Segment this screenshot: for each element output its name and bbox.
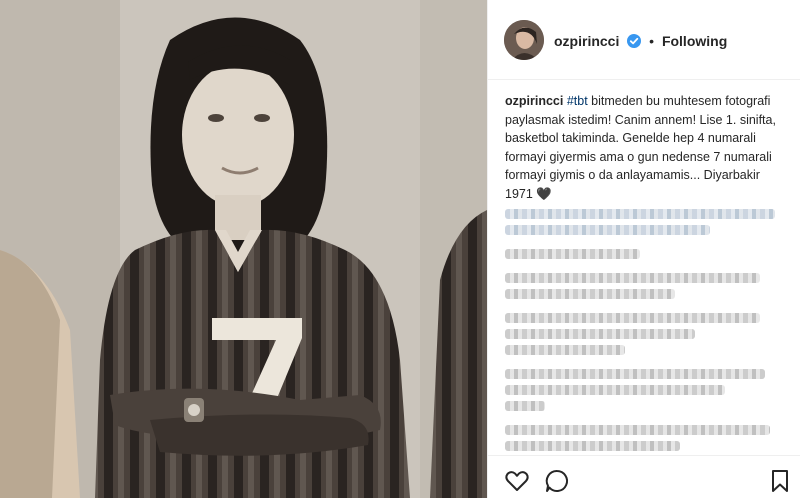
comment-bubble-icon[interactable] xyxy=(544,468,570,494)
post-photo[interactable] xyxy=(0,0,487,498)
avatar[interactable] xyxy=(504,20,544,60)
post-side-panel: ozpirincci • Following ozpirincci #tbt b… xyxy=(487,0,800,498)
blurred-hashtags xyxy=(505,209,788,235)
following-button[interactable]: Following xyxy=(662,33,727,49)
comments-area: ozpirincci #tbt bitmeden bu muhtesem fot… xyxy=(505,92,788,452)
blurred-comment xyxy=(505,369,788,411)
heart-icon[interactable] xyxy=(504,468,530,494)
blurred-comment xyxy=(505,273,788,299)
post-caption: ozpirincci #tbt bitmeden bu muhtesem fot… xyxy=(505,92,788,203)
post-header-line: ozpirincci • Following xyxy=(554,32,727,52)
caption-text: bitmeden bu muhtesem fotografi paylasmak… xyxy=(505,94,776,201)
header-separator: • xyxy=(649,33,655,49)
blurred-timestamp xyxy=(505,249,788,259)
bookmark-icon[interactable] xyxy=(767,468,793,494)
caption-username[interactable]: ozpirincci xyxy=(505,94,563,108)
header-username[interactable]: ozpirincci xyxy=(554,33,619,49)
blurred-comment xyxy=(505,425,788,451)
caption-hashtag[interactable]: #tbt xyxy=(567,94,588,108)
verified-badge-icon xyxy=(627,34,642,52)
post-actions-bar xyxy=(488,455,800,498)
blurred-comment xyxy=(505,313,788,355)
post-header: ozpirincci • Following xyxy=(488,0,800,80)
